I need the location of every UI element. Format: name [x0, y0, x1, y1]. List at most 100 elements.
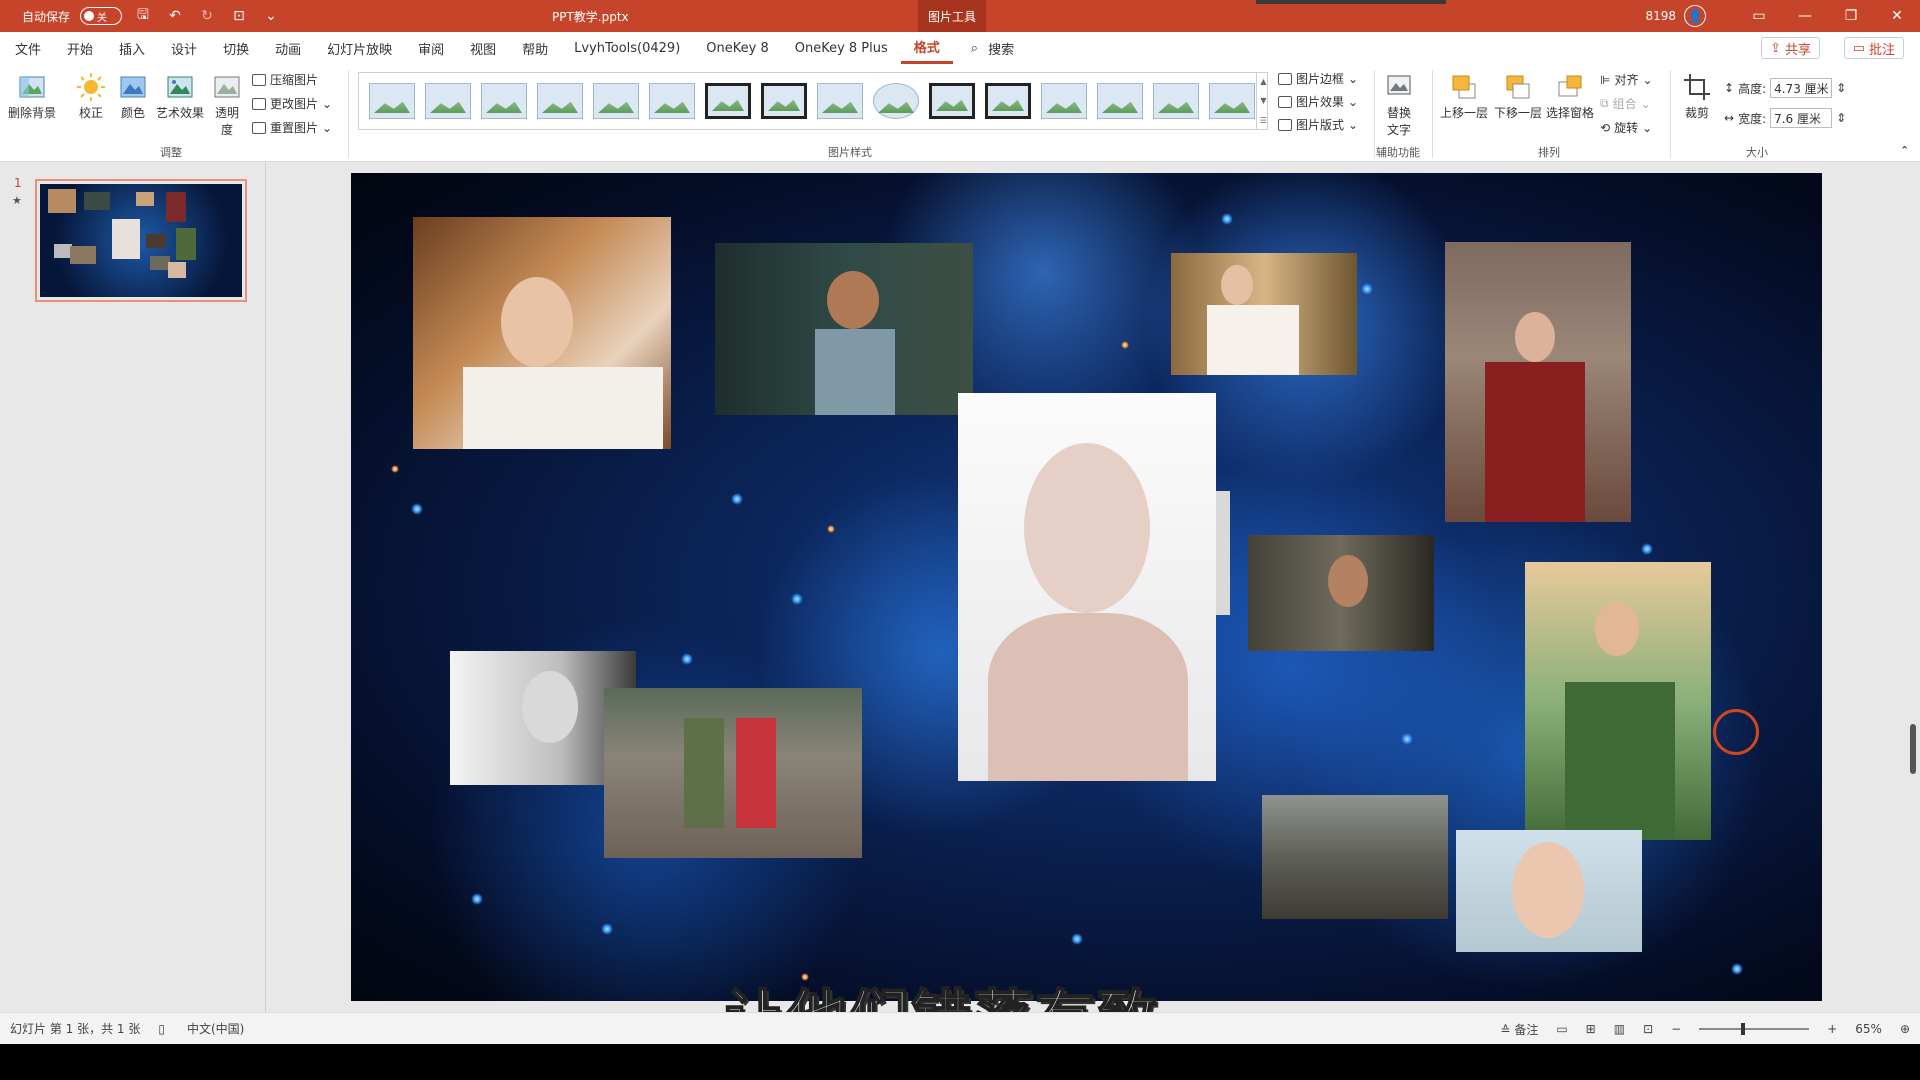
gallery-more-icon[interactable]: ☰: [1260, 116, 1267, 125]
style-option[interactable]: [705, 83, 751, 119]
tab-view[interactable]: 视图: [457, 32, 509, 64]
gallery-scroll[interactable]: ▲ ▼ ☰: [1256, 72, 1270, 130]
bring-forward-button[interactable]: 上移一层: [1440, 72, 1488, 121]
photo-boy[interactable]: [715, 243, 973, 415]
height-spinner-icon[interactable]: ⇕: [1836, 81, 1846, 95]
corrections-button[interactable]: 校正: [76, 72, 106, 121]
slideshow-icon[interactable]: ⊡: [1643, 1022, 1653, 1036]
redo-icon[interactable]: ↻: [196, 5, 218, 27]
tab-format[interactable]: 格式: [900, 32, 953, 64]
tab-lvyhtools[interactable]: LvyhTools(0429): [561, 32, 693, 64]
chevron-down-icon[interactable]: ▼: [1260, 96, 1266, 105]
style-option[interactable]: [537, 83, 583, 119]
reset-picture-button[interactable]: 重置图片 ⌄: [252, 119, 332, 136]
language-status[interactable]: 中文(中国): [187, 1020, 244, 1037]
notes-button[interactable]: ≙ 备注: [1500, 1021, 1538, 1038]
search-box[interactable]: ⌕ 搜索: [971, 39, 1014, 58]
style-option[interactable]: [1153, 83, 1199, 119]
style-option[interactable]: [873, 83, 919, 119]
picture-effects-button[interactable]: 图片效果 ⌄: [1278, 93, 1358, 110]
style-option[interactable]: [985, 83, 1031, 119]
transparency-button[interactable]: 透明 度: [212, 72, 242, 138]
group-button[interactable]: ⧉ 组合 ⌄: [1600, 95, 1651, 112]
spellcheck-icon[interactable]: ▯: [158, 1022, 165, 1036]
restore-icon[interactable]: ❐: [1828, 0, 1874, 32]
vertical-scrollbar[interactable]: [1910, 724, 1916, 774]
tab-help[interactable]: 帮助: [509, 32, 561, 64]
style-option[interactable]: [761, 83, 807, 119]
style-option[interactable]: [817, 83, 863, 119]
undo-icon[interactable]: ↶: [164, 5, 186, 27]
slide-sorter-icon[interactable]: ⊞: [1586, 1022, 1596, 1036]
photo-laughing-woman[interactable]: [413, 217, 671, 449]
style-option[interactable]: [929, 83, 975, 119]
present-icon[interactable]: ⊡: [228, 5, 250, 27]
autosave-toggle[interactable]: 关: [80, 7, 123, 25]
change-picture-button[interactable]: 更改图片 ⌄: [252, 95, 332, 112]
zoom-level[interactable]: 65%: [1855, 1022, 1882, 1036]
artistic-effects-button[interactable]: 艺术效果: [156, 72, 204, 121]
photo-green-dress-girl[interactable]: [1525, 562, 1711, 840]
minimize-icon[interactable]: —: [1782, 0, 1828, 32]
zoom-knob[interactable]: [1741, 1023, 1746, 1035]
tab-design[interactable]: 设计: [158, 32, 210, 64]
zoom-out-icon[interactable]: −: [1671, 1022, 1681, 1036]
collapse-ribbon-icon[interactable]: ⌃: [1900, 144, 1909, 157]
photo-little-girl[interactable]: [1456, 830, 1642, 952]
share-button[interactable]: ⇪ 共享: [1761, 37, 1820, 59]
photo-red-dress-woman[interactable]: [1445, 242, 1631, 522]
picture-styles-gallery[interactable]: [358, 72, 1268, 130]
style-option[interactable]: [593, 83, 639, 119]
zoom-slider[interactable]: [1699, 1023, 1810, 1035]
tab-onekey8plus[interactable]: OneKey 8 Plus: [782, 32, 901, 64]
width-input[interactable]: 7.6 厘米: [1770, 108, 1833, 128]
tab-insert[interactable]: 插入: [106, 32, 158, 64]
slide-thumbnail[interactable]: [35, 179, 247, 302]
photo-dark-hair-woman[interactable]: [1248, 535, 1434, 651]
style-option[interactable]: [1097, 83, 1143, 119]
photo-two-kids[interactable]: [604, 688, 862, 858]
tab-file[interactable]: 文件: [2, 32, 54, 64]
style-option[interactable]: [425, 83, 471, 119]
tab-slideshow[interactable]: 幻灯片放映: [314, 32, 405, 64]
picture-border-button[interactable]: 图片边框 ⌄: [1278, 70, 1358, 87]
picture-layout-button[interactable]: 图片版式 ⌄: [1278, 116, 1358, 133]
comments-button[interactable]: ▭ 批注: [1843, 37, 1904, 59]
tab-onekey8[interactable]: OneKey 8: [693, 32, 781, 64]
send-backward-button[interactable]: 下移一层: [1494, 72, 1542, 121]
align-button[interactable]: ⊫ 对齐 ⌄: [1600, 71, 1653, 88]
slide-canvas[interactable]: [351, 173, 1822, 1001]
style-option[interactable]: [369, 83, 415, 119]
photo-kids-splashing[interactable]: [1262, 795, 1448, 919]
save-icon[interactable]: 🖫: [132, 5, 154, 27]
rotate-button[interactable]: ⟲ 旋转 ⌄: [1600, 119, 1652, 136]
style-option[interactable]: [1209, 83, 1255, 119]
color-button[interactable]: 颜色: [118, 72, 148, 121]
height-input[interactable]: 4.73 厘米: [1770, 78, 1833, 98]
customize-toolbar-icon[interactable]: ⌄: [260, 5, 282, 27]
photo-model-portrait[interactable]: [958, 393, 1216, 781]
remove-background-button[interactable]: 删除背景: [8, 72, 56, 121]
width-spinner-icon[interactable]: ⇕: [1836, 111, 1846, 125]
fit-to-window-icon[interactable]: ⊕: [1900, 1022, 1910, 1036]
style-option[interactable]: [1041, 83, 1087, 119]
normal-view-icon[interactable]: ▭: [1556, 1022, 1567, 1036]
reading-view-icon[interactable]: ▥: [1614, 1022, 1625, 1036]
zoom-in-icon[interactable]: +: [1827, 1022, 1837, 1036]
alt-text-button[interactable]: 替换 文字: [1384, 72, 1414, 138]
tab-transitions[interactable]: 切换: [210, 32, 262, 64]
tab-animations[interactable]: 动画: [262, 32, 314, 64]
photo-partial[interactable]: [1216, 491, 1230, 615]
close-icon[interactable]: ✕: [1874, 0, 1920, 32]
style-option[interactable]: [649, 83, 695, 119]
chevron-up-icon[interactable]: ▲: [1260, 77, 1266, 86]
crop-button[interactable]: 裁剪: [1682, 72, 1712, 121]
tab-review[interactable]: 审阅: [405, 32, 457, 64]
compress-pictures-button[interactable]: 压缩图片: [252, 71, 318, 88]
account[interactable]: 8198 👤: [1645, 5, 1706, 27]
tab-home[interactable]: 开始: [54, 32, 106, 64]
ribbon-display-icon[interactable]: ▭: [1736, 0, 1782, 32]
style-option[interactable]: [481, 83, 527, 119]
selection-pane-button[interactable]: 选择窗格: [1546, 72, 1594, 121]
photo-bride[interactable]: [1171, 253, 1357, 375]
